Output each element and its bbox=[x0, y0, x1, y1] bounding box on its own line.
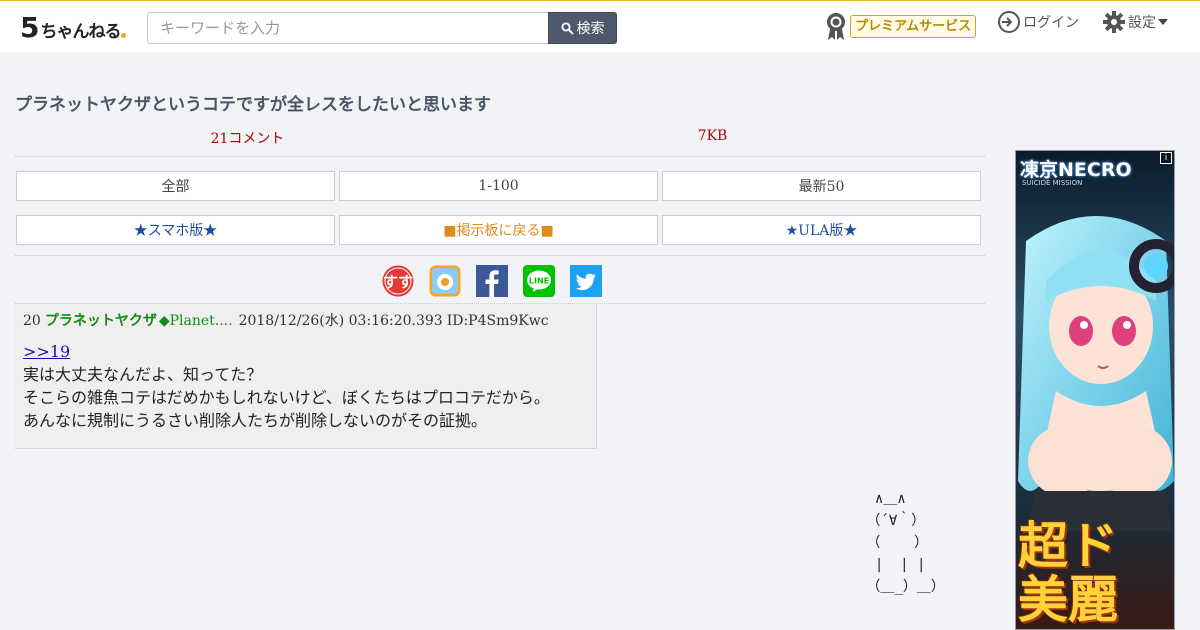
line-icon[interactable]: LINE bbox=[523, 265, 555, 297]
post-author-name: プラネットヤクザ bbox=[44, 313, 157, 329]
ula-version-button[interactable]: ★ULA版★ bbox=[662, 215, 981, 245]
ad-headline: 超ド 美麗 bbox=[1018, 517, 1118, 629]
comment-count: 21コメント bbox=[210, 131, 285, 147]
caret-down-icon bbox=[1158, 19, 1168, 25]
logo-five: 5 bbox=[20, 11, 40, 44]
search-input[interactable] bbox=[147, 12, 549, 44]
thread-title: プラネットヤクザというコテですが全レスをしたいと思います bbox=[15, 95, 491, 115]
thread-size: 7KB bbox=[697, 128, 728, 144]
award-badge-icon bbox=[827, 13, 845, 40]
ad-subtitle: SUICIDE MISSION bbox=[1022, 179, 1083, 187]
logo-dot bbox=[121, 33, 127, 38]
search-button[interactable]: 検索 bbox=[548, 12, 617, 44]
divider bbox=[15, 255, 985, 256]
settings-label: 設定 bbox=[1128, 15, 1156, 31]
post-trip: ◆Planet.... bbox=[158, 313, 233, 329]
post-id[interactable]: ID:P4Sm9Kwc bbox=[447, 313, 549, 329]
share-buttons: すす LINE bbox=[382, 265, 602, 297]
logo-text: ちゃんねる bbox=[40, 22, 121, 42]
range-1-100-button[interactable]: 1-100 bbox=[339, 171, 658, 201]
advertisement-banner[interactable]: 凍京NECRO SUICIDE MISSION i 超ド 美麗 bbox=[1015, 150, 1175, 630]
divider bbox=[15, 156, 985, 157]
svg-text:すす: すす bbox=[383, 273, 413, 291]
post-body: >>19 実は大丈夫なんだよ、知ってた？ そこらの雑魚コテはだめかもしれないけど… bbox=[23, 340, 588, 432]
gear-icon bbox=[1103, 11, 1125, 33]
premium-service-link[interactable]: プレミアムサービス bbox=[824, 11, 977, 41]
svg-text:LINE: LINE bbox=[529, 277, 549, 286]
show-all-button[interactable]: 全部 bbox=[16, 171, 335, 201]
search-button-label: 検索 bbox=[576, 21, 605, 37]
login-label: ログイン bbox=[1023, 15, 1079, 31]
ad-info-icon[interactable]: i bbox=[1160, 152, 1172, 164]
premium-service-label: プレミアムサービス bbox=[850, 14, 977, 38]
search-icon bbox=[561, 22, 574, 35]
bookmark-app-icon[interactable] bbox=[429, 265, 461, 297]
back-to-board-button[interactable]: ■掲示板に戻る■ bbox=[339, 215, 658, 245]
smartphone-version-button[interactable]: ★スマホ版★ bbox=[16, 215, 335, 245]
latest-50-button[interactable]: 最新50 bbox=[662, 171, 981, 201]
login-link[interactable]: ログイン bbox=[997, 10, 1079, 34]
post-header: 20 プラネットヤクザ ◆Planet.... 2018/12/26(水) 03:16… bbox=[23, 312, 588, 330]
post-line: あんなに規制にうるさい削除人たちが削除しないのがその証拠。 bbox=[23, 411, 488, 430]
twitter-icon[interactable] bbox=[570, 265, 602, 297]
post-line: そこらの雑魚コテはだめかもしれないけど、ぼくたちはプロコテだから。 bbox=[23, 388, 550, 407]
post-date: 2018/12/26(水) 03:16:20.393 bbox=[238, 313, 443, 329]
facebook-icon[interactable] bbox=[476, 265, 508, 297]
login-icon bbox=[998, 11, 1020, 33]
ad-brand-title: 凍京NECRO bbox=[1020, 159, 1132, 181]
settings-menu[interactable]: 設定 bbox=[1102, 10, 1168, 34]
reply-anchor-link[interactable]: >>19 bbox=[23, 342, 70, 361]
post: 20 プラネットヤクザ ◆Planet.... 2018/12/26(水) 03:16… bbox=[15, 304, 597, 449]
post-line: 実は大丈夫なんだよ、知ってた？ bbox=[23, 365, 263, 384]
ascii-art-cat: ∧＿∧ （´∀｀） （ ） | | | （＿_）＿） bbox=[866, 491, 945, 595]
ss-icon[interactable]: すす bbox=[382, 265, 414, 297]
post-number[interactable]: 20 bbox=[23, 313, 41, 329]
site-header: 5 ちゃんねる 検索 プレミアムサービス ログイン bbox=[0, 0, 1200, 52]
site-logo[interactable]: 5 ちゃんねる bbox=[20, 7, 127, 44]
